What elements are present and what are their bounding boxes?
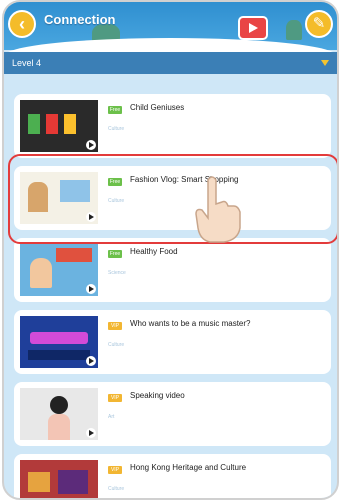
page-title: Connection [44,12,116,27]
header-bar: ‹ Connection ✎ [4,2,337,56]
video-title: Who wants to be a music master? [130,319,251,328]
tree-decoration [286,20,302,40]
back-button[interactable]: ‹ [8,10,36,38]
video-thumbnail [20,244,98,296]
play-icon [86,428,96,438]
video-category: Culture [108,486,125,492]
vip-badge: VIP [108,322,122,330]
video-category: Science [108,270,126,276]
vip-badge: VIP [108,466,122,474]
tv-play-icon[interactable] [238,16,268,40]
video-title: Hong Kong Heritage and Culture [130,463,247,472]
video-thumbnail [20,100,98,152]
play-icon [86,356,96,366]
video-category: Art [108,414,115,420]
video-title: Healthy Food [130,247,178,256]
selection-highlight [8,154,337,244]
video-thumbnail [20,460,98,498]
video-card[interactable]: Free Healthy Food Science [14,238,331,302]
app-screen: ‹ Connection ✎ Level 4 Free Child Genius… [2,0,339,500]
settings-button[interactable]: ✎ [305,10,333,38]
video-card[interactable]: VIP Hong Kong Heritage and Culture Cultu… [14,454,331,498]
play-icon [86,140,96,150]
video-thumbnail [20,388,98,440]
wrench-icon: ✎ [312,15,326,32]
play-icon [86,284,96,294]
level-label: Level 4 [12,58,42,68]
free-badge: Free [108,106,122,114]
video-category: Culture [108,342,125,348]
video-card[interactable]: Free Child Geniuses Culture [14,94,331,158]
video-card[interactable]: VIP Speaking video Art [14,382,331,446]
vip-badge: VIP [108,394,122,402]
video-thumbnail [20,316,98,368]
video-title: Child Geniuses [130,103,185,112]
tap-hand-icon [195,176,241,243]
level-dropdown[interactable]: Level 4 [4,52,337,74]
free-badge: Free [108,250,122,258]
video-title: Speaking video [130,391,185,400]
video-card[interactable]: VIP Who wants to be a music master? Cult… [14,310,331,374]
chevron-left-icon: ‹ [19,14,25,34]
chevron-down-icon [321,60,329,66]
video-category: Culture [108,126,125,132]
